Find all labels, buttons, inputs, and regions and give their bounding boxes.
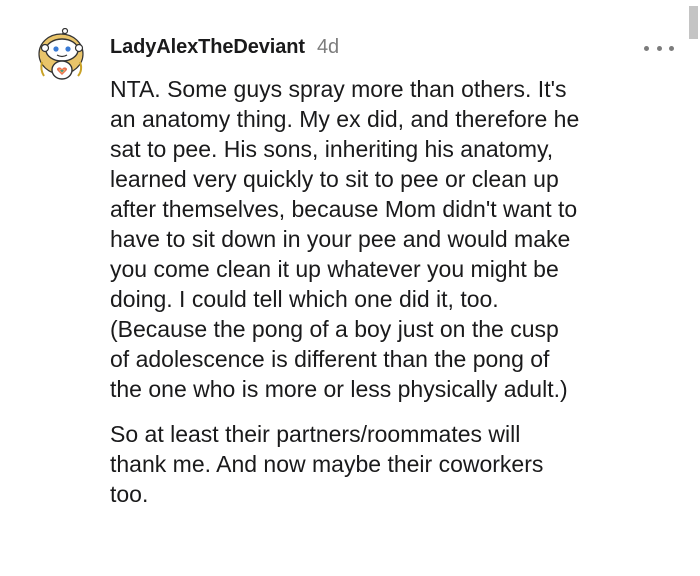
reddit-snoo-avatar-icon: [38, 27, 84, 80]
comment-line: of adolescence is different than the pon…: [110, 346, 550, 372]
more-options-icon: [644, 45, 649, 51]
comment-timestamp: 4d: [316, 36, 340, 58]
comment-line: too.: [110, 481, 149, 507]
comment-line: (Because the pong of a boy just on the c…: [110, 316, 559, 342]
more-options-icon-dot: [656, 45, 662, 51]
comment-line: sat to pee. His sons, inheriting his ana…: [110, 136, 554, 162]
comment-paragraph: NTA. Some guys spray more than others. I…: [110, 74, 690, 404]
username-link[interactable]: LadyAlexTheDeviant: [110, 36, 305, 59]
comment-line: the one who is more or less physically a…: [110, 376, 568, 402]
comment-header: LadyAlexTheDeviant 4d: [110, 36, 339, 62]
user-avatar[interactable]: [34, 27, 88, 82]
comment-line: learned very quickly to sit to pee or cl…: [110, 166, 559, 192]
comment-body: NTA. Some guys spray more than others. I…: [110, 74, 690, 509]
comment-line: NTA. Some guys spray more than others. I…: [110, 76, 567, 102]
comment-line: you come clean it up whatever you might …: [110, 256, 559, 282]
more-options-icon-dot: [669, 45, 674, 51]
comment-line: after themselves, because Mom didn't wan…: [110, 196, 578, 222]
comment-line: have to sit down in your pee and would m…: [110, 226, 571, 252]
scrollbar-thumb[interactable]: [689, 6, 698, 39]
comment-line: So at least their partners/roommates wil…: [110, 421, 521, 447]
comment-line: thank me. And now maybe their coworkers: [110, 451, 544, 477]
comment: LadyAlexTheDeviant 4d NTA. Some guys spr…: [0, 0, 700, 576]
comment-paragraph: So at least their partners/roommates wil…: [110, 419, 690, 509]
more-options-button[interactable]: [644, 38, 674, 58]
comment-line: an anatomy thing. My ex did, and therefo…: [110, 106, 580, 132]
comment-line: doing. I could tell which one did it, to…: [110, 286, 499, 312]
